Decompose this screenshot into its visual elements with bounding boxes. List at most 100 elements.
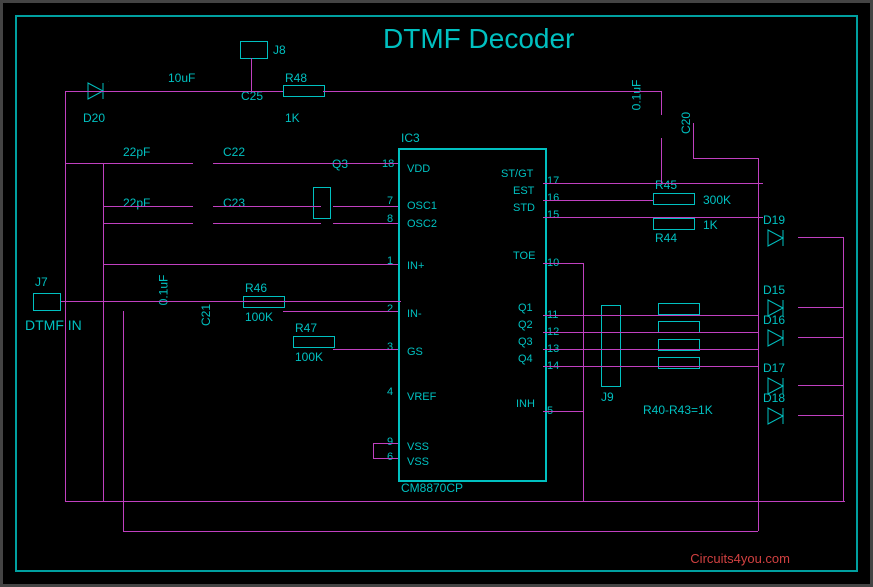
- wire: [373, 443, 374, 458]
- wire: [583, 263, 584, 501]
- c23-val: 22pF: [123, 196, 150, 210]
- wire: [543, 315, 758, 316]
- pin-name: EST: [513, 185, 534, 197]
- d15-ref: D15: [763, 283, 785, 297]
- r45-ref: R45: [655, 178, 677, 192]
- j7-label: DTMF IN: [25, 317, 82, 333]
- wire: [65, 163, 193, 164]
- wire: [661, 91, 662, 115]
- wire: [798, 337, 843, 338]
- r48-ref: R48: [285, 71, 307, 85]
- pin-name: OSC1: [407, 200, 437, 212]
- pin-num: 4: [387, 386, 393, 398]
- wire: [103, 264, 398, 265]
- wire: [543, 349, 758, 350]
- wire: [323, 91, 661, 92]
- pin-num: 1: [387, 255, 393, 267]
- connector-j9: [601, 305, 621, 387]
- wire: [213, 163, 398, 164]
- wire: [123, 311, 124, 531]
- schematic-canvas: DTMF Decoder IC3 CM8870CP 18 VDD 7 OSC1 …: [0, 0, 873, 587]
- pin-num: 15: [547, 209, 559, 221]
- resistor-group: [658, 303, 700, 315]
- led-icon: [763, 328, 803, 348]
- pin-name: IN+: [407, 260, 424, 272]
- c21-ref: C21: [199, 304, 213, 326]
- wire: [758, 158, 759, 531]
- resistor-r46: [243, 296, 285, 308]
- wire: [543, 411, 583, 412]
- pin-name: Q2: [518, 319, 533, 331]
- pin-name: OSC2: [407, 218, 437, 230]
- wire: [213, 223, 321, 224]
- wire: [543, 200, 653, 201]
- wire: [65, 91, 66, 501]
- pin-name: GS: [407, 346, 423, 358]
- wire: [543, 366, 758, 367]
- j7-ref: J7: [35, 275, 48, 289]
- c20-ref: C20: [679, 112, 693, 134]
- credits: Circuits4you.com: [690, 551, 790, 566]
- pin-name: VSS: [407, 456, 429, 468]
- wire: [103, 206, 193, 207]
- led-icon: [763, 228, 803, 248]
- wire: [798, 415, 843, 416]
- r44-val: 1K: [703, 218, 718, 232]
- c22-ref: C22: [223, 145, 245, 159]
- wire: [798, 385, 843, 386]
- resistor-r45: [653, 193, 695, 205]
- ic-ref: IC3: [401, 131, 420, 145]
- wire: [693, 158, 758, 159]
- d16-ref: D16: [763, 313, 785, 327]
- pin-name: Q4: [518, 353, 533, 365]
- d19-ref: D19: [763, 213, 785, 227]
- r46-val: 100K: [245, 310, 273, 324]
- wire: [543, 183, 763, 184]
- wire: [65, 91, 283, 92]
- resistor-group: [658, 357, 700, 369]
- schematic-title: DTMF Decoder: [383, 23, 574, 55]
- c23-ref: C23: [223, 196, 245, 210]
- wire: [843, 237, 844, 501]
- rgroup-ref: R40-R43=1K: [643, 403, 713, 417]
- ic-part: CM8870CP: [401, 481, 463, 495]
- d17-ref: D17: [763, 361, 785, 375]
- c20-val: 0.1uF: [629, 80, 643, 111]
- wire: [333, 206, 398, 207]
- pin-num: 18: [382, 158, 394, 170]
- r44-ref: R44: [655, 231, 677, 245]
- c25-val: 10uF: [168, 71, 195, 85]
- wire: [61, 301, 401, 302]
- r48-val: 1K: [285, 111, 300, 125]
- wire: [373, 458, 398, 459]
- pin-name: TOE: [513, 250, 535, 262]
- d20-ref: D20: [83, 111, 105, 125]
- q3-ref: Q3: [332, 157, 348, 171]
- j9-ref: J9: [601, 390, 614, 404]
- resistor-r48: [283, 85, 325, 97]
- connector-j8: [240, 41, 268, 59]
- wire: [543, 332, 758, 333]
- pin-num: 3: [387, 341, 393, 353]
- wire: [661, 138, 662, 183]
- pin-num: 2: [387, 303, 393, 315]
- wire: [123, 531, 758, 532]
- wire: [103, 163, 104, 501]
- c22-val: 22pF: [123, 145, 150, 159]
- resistor-r44: [653, 218, 695, 230]
- wire: [283, 311, 398, 312]
- wire: [65, 501, 845, 502]
- wire: [213, 206, 321, 207]
- pin-name: VREF: [407, 391, 436, 403]
- pin-num: 9: [387, 436, 393, 448]
- wire: [333, 349, 398, 350]
- wire: [543, 217, 763, 218]
- pin-name: INH: [516, 398, 535, 410]
- pin-num: 17: [547, 175, 559, 187]
- resistor-r47: [293, 336, 335, 348]
- led-icon: [763, 406, 803, 426]
- r46-ref: R46: [245, 281, 267, 295]
- r47-ref: R47: [295, 321, 317, 335]
- wire: [373, 443, 398, 444]
- r47-val: 100K: [295, 350, 323, 364]
